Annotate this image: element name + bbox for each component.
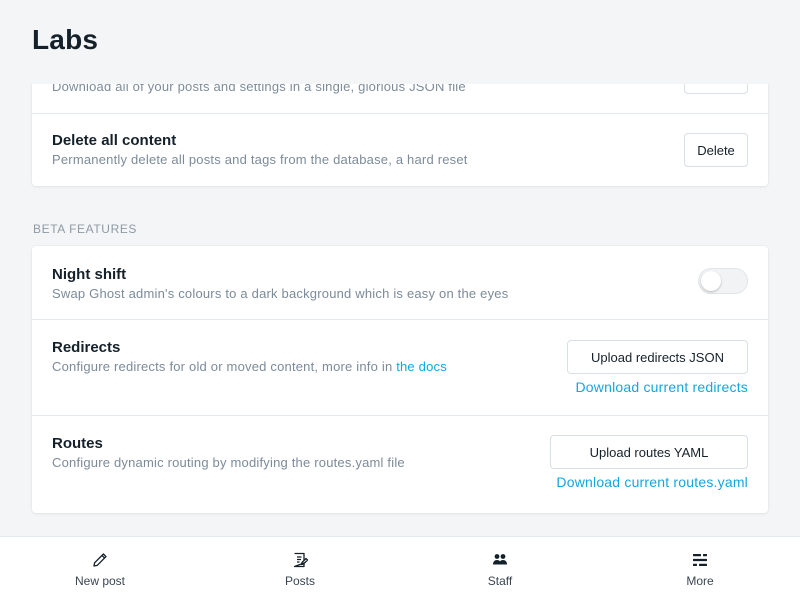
delete-content-description: Permanently delete all posts and tags fr…: [52, 152, 468, 167]
redirects-title: Redirects: [52, 339, 121, 356]
nav-item-more[interactable]: More: [600, 537, 800, 600]
routes-row: Routes Configure dynamic routing by modi…: [32, 415, 768, 513]
bottom-nav: New post Posts Staff More: [0, 536, 800, 600]
docs-link[interactable]: the docs: [396, 359, 447, 374]
staff-icon: [493, 554, 507, 565]
nav-item-posts[interactable]: Posts: [200, 537, 400, 600]
page-title: Labs: [32, 24, 99, 55]
more-icon: [693, 554, 707, 566]
delete-content-row: Delete all content Permanently delete al…: [32, 113, 768, 186]
pencil-icon: [93, 553, 107, 567]
delete-button[interactable]: Delete: [684, 133, 748, 167]
night-shift-title: Night shift: [52, 266, 127, 283]
beta-features-card: Night shift Swap Ghost admin's colours t…: [32, 246, 768, 513]
nav-label-more: More: [686, 574, 714, 588]
upload-routes-button[interactable]: Upload routes YAML: [550, 435, 748, 469]
download-routes-link[interactable]: Download current routes.yaml: [556, 474, 748, 490]
redirects-description-text: Configure redirects for old or moved con…: [52, 359, 397, 374]
download-redirects-link[interactable]: Download current redirects: [576, 379, 749, 395]
upload-redirects-button[interactable]: Upload redirects JSON: [567, 340, 748, 374]
routes-title: Routes: [52, 435, 103, 452]
nav-item-staff[interactable]: Staff: [400, 537, 600, 600]
nav-item-new-post[interactable]: New post: [0, 537, 200, 600]
night-shift-description: Swap Ghost admin's colours to a dark bac…: [52, 286, 509, 301]
routes-description: Configure dynamic routing by modifying t…: [52, 455, 405, 470]
night-shift-row: Night shift Swap Ghost admin's colours t…: [32, 246, 768, 319]
toggle-knob: [701, 271, 721, 291]
night-shift-toggle[interactable]: [698, 268, 748, 294]
nav-label-staff: Staff: [487, 574, 513, 588]
redirects-row: Redirects Configure redirects for old or…: [32, 319, 768, 415]
nav-label-new-post: New post: [74, 574, 126, 588]
posts-icon: [293, 552, 309, 568]
delete-content-title: Delete all content: [52, 132, 177, 149]
nav-label-posts: Posts: [284, 574, 315, 588]
page-header: Labs: [0, 0, 800, 84]
beta-features-heading: BETA FEATURES: [33, 222, 138, 236]
redirects-description: Configure redirects for old or moved con…: [52, 359, 447, 374]
